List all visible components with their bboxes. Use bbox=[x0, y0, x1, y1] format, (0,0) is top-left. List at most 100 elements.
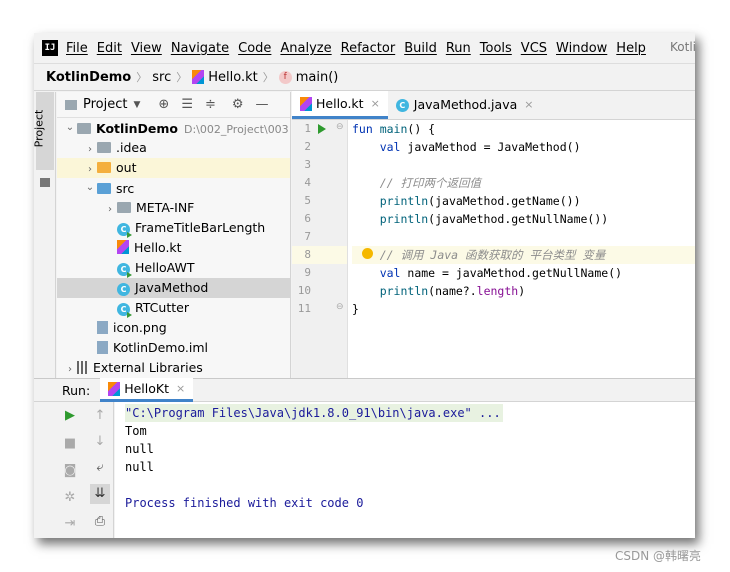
image-file-icon bbox=[97, 321, 108, 334]
tab-hello-kt[interactable]: Hello.kt × bbox=[292, 91, 388, 119]
menu-help[interactable]: Help bbox=[616, 41, 646, 56]
chevron-right-icon[interactable]: › bbox=[83, 160, 97, 180]
chevron-down-icon[interactable]: ▼ bbox=[133, 100, 140, 110]
exit-icon[interactable]: ⇥ bbox=[60, 514, 80, 534]
tree-item[interactable]: › META-INF bbox=[57, 198, 290, 218]
code-line: val name = javaMethod.getNullName() bbox=[352, 264, 695, 282]
run-tab-label: HelloKt bbox=[124, 381, 169, 396]
tree-item[interactable]: C HelloAWT bbox=[57, 258, 290, 278]
chevron-right-icon[interactable]: › bbox=[63, 360, 77, 378]
tree-item[interactable]: icon.png bbox=[57, 318, 290, 338]
console-line: null bbox=[125, 460, 154, 474]
kotlin-file-icon bbox=[300, 96, 312, 111]
kotlin-file-icon bbox=[117, 240, 129, 254]
breadcrumb-file[interactable]: Hello.kt bbox=[208, 70, 257, 85]
menu-vcs[interactable]: VCS bbox=[521, 41, 547, 56]
chevron-down-icon[interactable]: ⌄ bbox=[83, 178, 97, 198]
line-number: 8 bbox=[292, 246, 347, 264]
tree-item[interactable]: › External Libraries bbox=[57, 358, 290, 378]
code-token: name = javaMethod.getNullName() bbox=[407, 266, 623, 280]
tree-item[interactable]: C FrameTitleBarLength bbox=[57, 218, 290, 238]
gear-icon[interactable]: ⚙ bbox=[232, 97, 244, 112]
tree-item-label: FrameTitleBarLength bbox=[135, 220, 266, 235]
menu-file[interactable]: File bbox=[66, 41, 88, 56]
code-token: } bbox=[352, 302, 359, 316]
fold-icon[interactable]: ⊖ bbox=[336, 122, 344, 132]
menu-view[interactable]: View bbox=[131, 41, 162, 56]
menu-refactor[interactable]: Refactor bbox=[341, 41, 396, 56]
tree-item-label: .idea bbox=[116, 140, 147, 155]
tree-item[interactable]: C RTCutter bbox=[57, 298, 290, 318]
breadcrumb-folder[interactable]: src bbox=[152, 70, 171, 85]
project-panel-header: Project ▼ ⊕ ☰ ≑ ⚙ — bbox=[57, 92, 290, 118]
tab-label: JavaMethod.java bbox=[413, 97, 518, 112]
function-icon: f bbox=[278, 70, 292, 84]
breadcrumb-project[interactable]: KotlinDemo bbox=[46, 70, 131, 85]
collapse-all-icon[interactable]: ≑ bbox=[205, 97, 216, 112]
menu-window[interactable]: Window bbox=[556, 41, 607, 56]
line-number: 3 bbox=[304, 158, 311, 171]
project-tool-tab-label: Project bbox=[34, 109, 46, 148]
line-number: 6 bbox=[304, 212, 311, 225]
folder-tool-icon[interactable] bbox=[40, 178, 50, 187]
rerun-icon[interactable]: ▶ bbox=[60, 406, 80, 426]
up-arrow-icon[interactable]: ↑ bbox=[90, 406, 110, 426]
tree-item[interactable]: Hello.kt bbox=[57, 238, 290, 258]
lightbulb-icon[interactable] bbox=[362, 248, 373, 259]
menu-build[interactable]: Build bbox=[404, 41, 437, 56]
java-class-icon: C bbox=[395, 98, 409, 112]
tab-javamethod-java[interactable]: C JavaMethod.java × bbox=[388, 91, 542, 119]
menu-tools[interactable]: Tools bbox=[480, 41, 512, 56]
chevron-down-icon[interactable]: ⌄ bbox=[63, 118, 77, 138]
menu-analyze[interactable]: Analyze bbox=[280, 41, 331, 56]
project-view-dropdown[interactable]: Project bbox=[83, 97, 127, 112]
code-area[interactable]: fun main() { val javaMethod = JavaMethod… bbox=[352, 120, 695, 318]
menu-navigate[interactable]: Navigate bbox=[171, 41, 229, 56]
stop-icon[interactable]: ■ bbox=[60, 434, 80, 454]
settings-icon[interactable]: ✲ bbox=[60, 488, 80, 508]
folder-icon bbox=[97, 183, 111, 194]
run-tab-hellokt[interactable]: HelloKt × bbox=[100, 378, 194, 402]
hide-icon[interactable]: — bbox=[256, 97, 269, 112]
chevron-right-icon[interactable]: › bbox=[83, 140, 97, 160]
soft-wrap-icon[interactable]: ⤶ bbox=[90, 458, 110, 478]
close-icon[interactable]: × bbox=[176, 382, 185, 395]
tree-item[interactable]: › .idea bbox=[57, 138, 290, 158]
project-tool-tab[interactable]: Project bbox=[34, 92, 54, 170]
tree-item[interactable]: KotlinDemo.iml bbox=[57, 338, 290, 358]
folder-icon bbox=[97, 162, 111, 173]
close-icon[interactable]: × bbox=[524, 92, 533, 118]
scroll-to-end-icon[interactable]: ⇊ bbox=[90, 484, 110, 504]
menu-run[interactable]: Run bbox=[446, 41, 471, 56]
down-arrow-icon[interactable]: ↓ bbox=[90, 432, 110, 452]
print-icon[interactable]: ⎙ bbox=[90, 512, 110, 532]
code-line: println(javaMethod.getNullName()) bbox=[352, 210, 695, 228]
breadcrumb: KotlinDemo 〉 src 〉 Hello.kt 〉 f main() bbox=[34, 63, 695, 91]
close-icon[interactable]: × bbox=[371, 91, 380, 117]
tree-item-label: Hello.kt bbox=[134, 240, 182, 255]
locate-icon[interactable]: ⊕ bbox=[158, 97, 169, 112]
menu-code[interactable]: Code bbox=[238, 41, 271, 56]
tree-item[interactable]: › out bbox=[57, 158, 290, 178]
java-class-icon: C bbox=[117, 303, 132, 318]
tree-item[interactable]: ⌄ KotlinDemo D:\002_Project\003 bbox=[57, 118, 290, 138]
fold-icon[interactable]: ⊖ bbox=[336, 302, 344, 312]
code-token: (javaMethod.getNullName()) bbox=[428, 212, 609, 226]
camera-icon[interactable]: ◙ bbox=[60, 461, 80, 481]
tree-item[interactable]: ⌄ src bbox=[57, 178, 290, 198]
expand-all-icon[interactable]: ☰ bbox=[181, 97, 193, 112]
console-output[interactable]: "C:\Program Files\Java\jdk1.8.0_91\bin\j… bbox=[115, 402, 695, 538]
breadcrumb-function[interactable]: main() bbox=[296, 70, 339, 85]
java-class-icon: C bbox=[117, 283, 130, 296]
line-number: 10 bbox=[297, 284, 311, 297]
code-token: println bbox=[379, 284, 429, 298]
chevron-right-icon[interactable]: › bbox=[103, 200, 117, 220]
tree-item[interactable]: C JavaMethod bbox=[57, 278, 290, 298]
menu-edit[interactable]: Edit bbox=[97, 41, 122, 56]
console-line: Tom bbox=[125, 424, 147, 438]
run-gutter-icon[interactable] bbox=[318, 124, 326, 134]
